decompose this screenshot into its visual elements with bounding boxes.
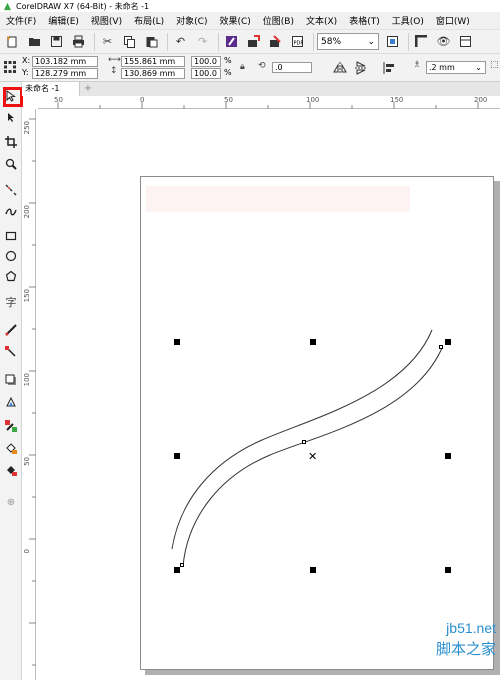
curve-node[interactable] <box>302 440 306 444</box>
rotation-center-marker[interactable]: ✕ <box>308 451 317 462</box>
selection-handle-top-right[interactable] <box>445 339 451 345</box>
selection-handle-top-center[interactable] <box>310 339 316 345</box>
selection-handle-top-left[interactable] <box>174 339 180 345</box>
selection-handle-bottom-center[interactable] <box>310 567 316 573</box>
selection-handle-middle-right[interactable] <box>445 453 451 459</box>
watermark-site: jb51.net <box>446 620 496 636</box>
watermark-name: 脚本之家 <box>435 640 496 658</box>
selection-handle-middle-left[interactable] <box>174 453 180 459</box>
selection-handle-bottom-right[interactable] <box>445 567 451 573</box>
watermark: jb51.net 脚本之家 <box>386 620 500 676</box>
selection-handle-bottom-left[interactable] <box>174 567 180 573</box>
curve-node[interactable] <box>180 563 184 567</box>
curve-drawing <box>171 329 443 567</box>
curve-node[interactable] <box>439 345 443 349</box>
